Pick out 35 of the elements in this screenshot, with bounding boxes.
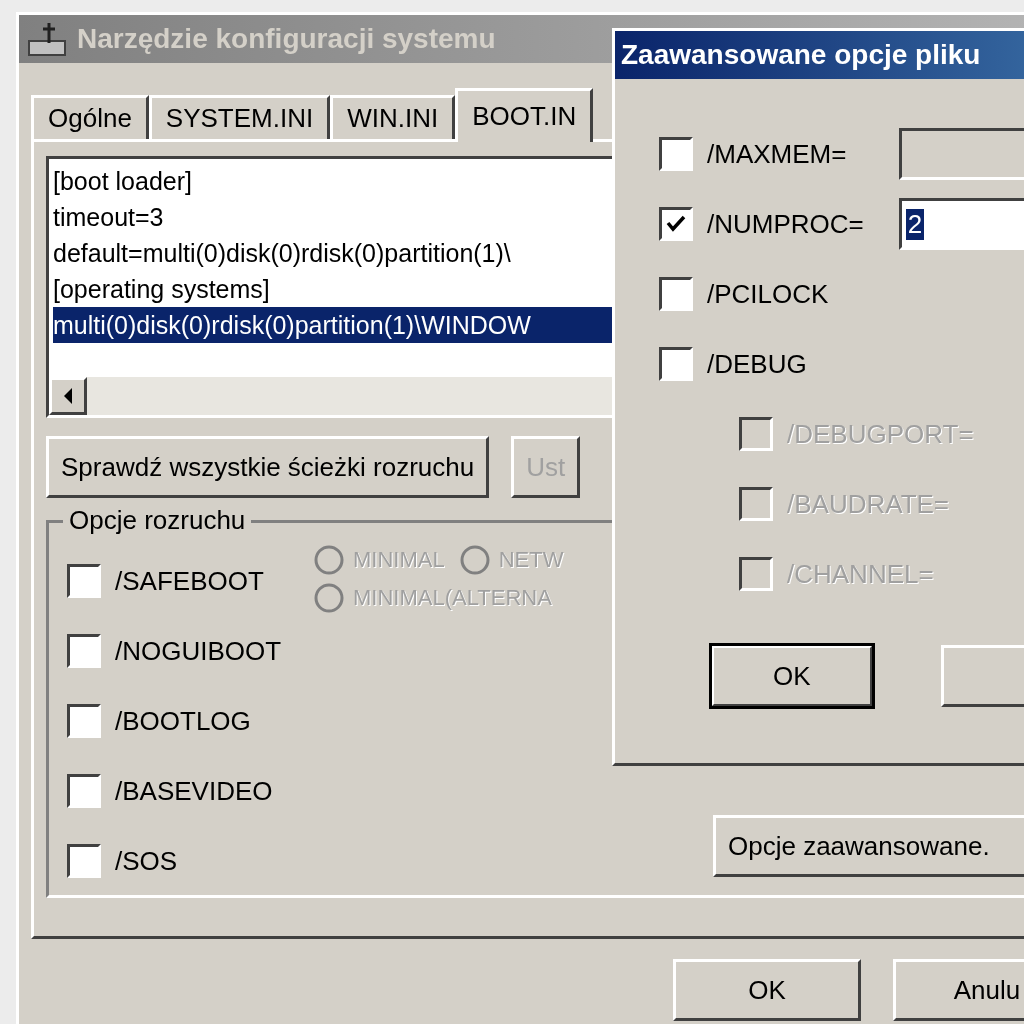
option-label: /PCILOCK — [707, 278, 830, 310]
scroll-left-button[interactable] — [49, 377, 87, 415]
tab[interactable]: BOOT.IN — [455, 88, 594, 142]
dialog-button[interactable]: OK — [673, 959, 861, 1021]
checkbox[interactable] — [659, 277, 693, 311]
boot-ini-line[interactable]: timeout=3 — [53, 199, 164, 235]
boot-ini-line[interactable]: default=multi(0)disk(0)rdisk(0)partition(1)\ — [53, 235, 511, 271]
dialog-button[interactable]: Anulu — [893, 959, 1024, 1021]
action-button[interactable]: Sprawdź wszystkie ścieżki rozruchu — [46, 436, 490, 498]
checkbox-label: /SAFEBOOT — [115, 565, 264, 597]
ok-button[interactable]: OK — [711, 645, 873, 707]
tab[interactable]: SYSTEM.INI — [148, 95, 331, 139]
window-title: Narzędzie konfiguracji systemu — [77, 23, 496, 55]
option-label: /DEBUG — [707, 348, 808, 380]
checkbox[interactable] — [67, 774, 101, 808]
checkbox-label: /SOS — [115, 845, 178, 877]
checkbox[interactable] — [659, 207, 693, 241]
tab[interactable]: WIN.INI — [330, 95, 456, 139]
left-arrow-icon — [62, 388, 74, 404]
tab[interactable]: Ogólne — [31, 95, 149, 139]
checkbox[interactable] — [67, 634, 101, 668]
checkbox-label: /NOGUIBOOT — [115, 635, 282, 667]
boot-ini-line[interactable]: [boot loader] — [53, 163, 192, 199]
boot-ini-line[interactable]: [operating systems] — [53, 271, 270, 307]
option-label: /NUMPROC= — [707, 208, 865, 240]
dialog-title: Zaawansowane opcje pliku — [621, 39, 981, 71]
advanced-options-button[interactable]: Opcje zaawansowane. — [713, 815, 1024, 877]
checkbox[interactable] — [67, 844, 101, 878]
checkbox[interactable] — [67, 704, 101, 738]
value-field[interactable]: 2 — [898, 198, 1024, 250]
checkbox-label: /BOOTLOG — [115, 705, 251, 737]
checkbox-label: /BASEVIDEO — [115, 775, 273, 807]
checkbox[interactable] — [67, 564, 101, 598]
checkbox[interactable] — [659, 137, 693, 171]
checkbox[interactable] — [659, 347, 693, 381]
